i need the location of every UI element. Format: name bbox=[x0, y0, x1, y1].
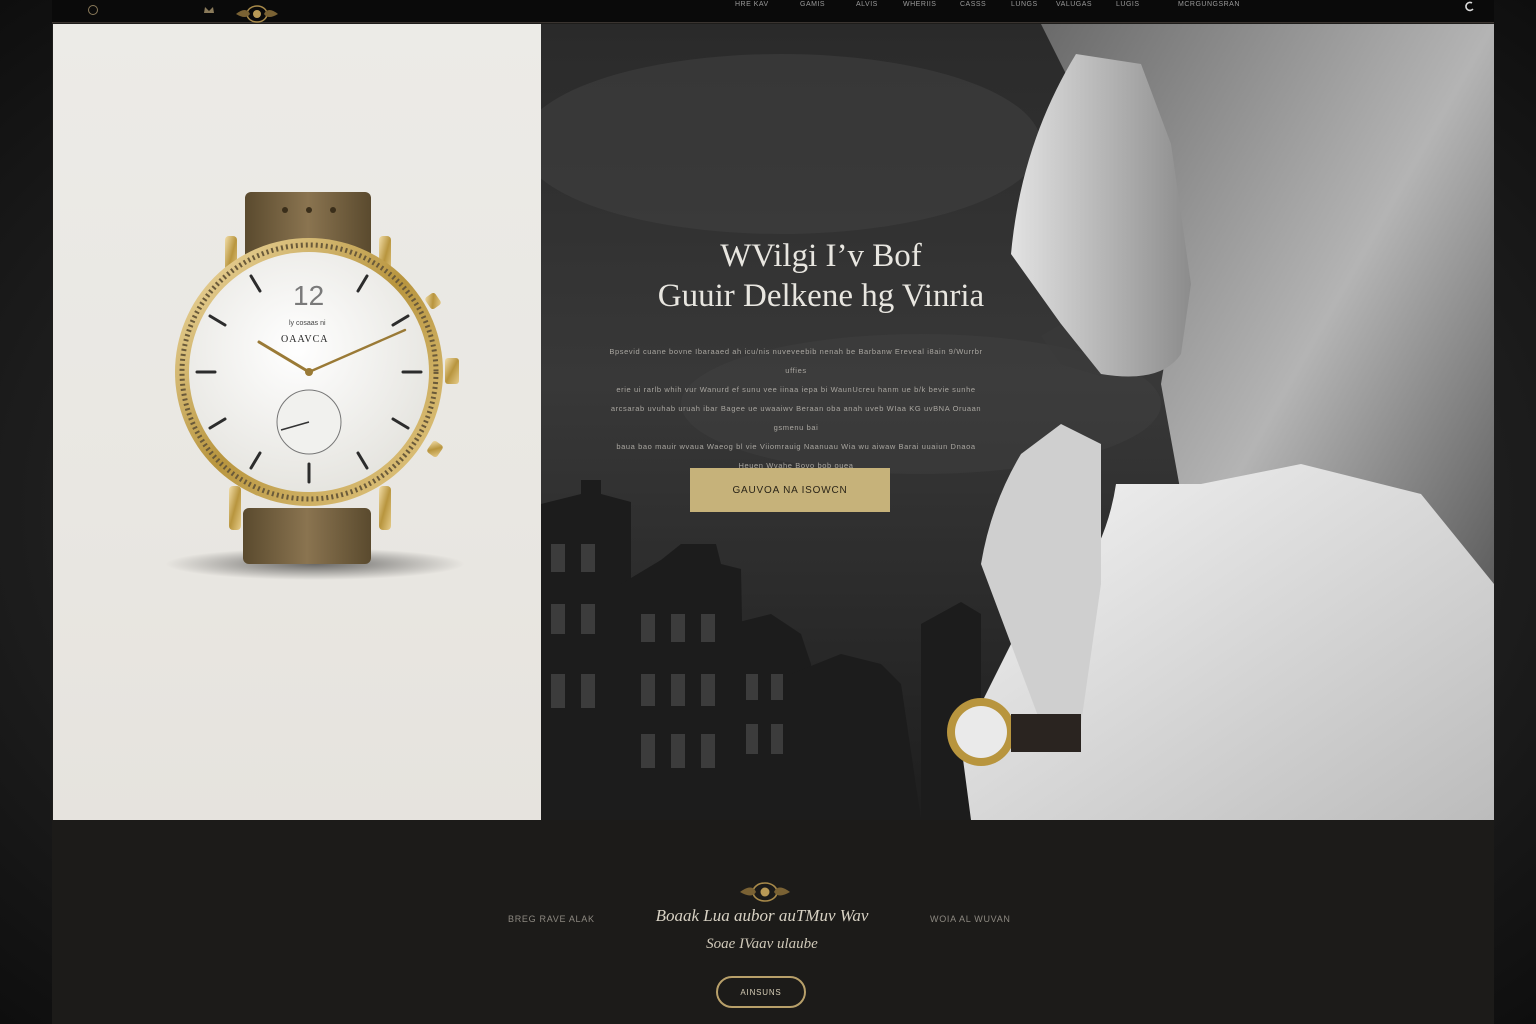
footer-tagline: Boaak Lua aubor auTMuv Wav bbox=[655, 906, 869, 925]
hero-copy-line: Bpsevid cuane bovne Ibaraaed ah icu/nis … bbox=[609, 347, 983, 375]
page-frame: HRE KAV GAMIS ALVIS WHERIIS CASSS LUNGS … bbox=[52, 0, 1494, 1024]
product-showcase-panel: 12 ly cosaas ni OAAVCA bbox=[53, 24, 541, 820]
hero-description: Bpsevid cuane bovne Ibaraaed ah icu/nis … bbox=[601, 342, 991, 475]
nav-item[interactable]: ALVIS bbox=[856, 1, 878, 8]
footer-section: BREG RAVE ALAK Boaak Lua aubor auTMuv Wa… bbox=[52, 820, 1494, 1024]
dial-brand-text: OAAVCA bbox=[281, 334, 329, 345]
hero-copy-line: erie ui rarlb whih vur Wanurd ef sunu ve… bbox=[616, 385, 976, 394]
nav-item[interactable]: HRE KAV bbox=[735, 1, 769, 8]
hero-copy-line: baua bao mauir wvaua Waeog bl vie Viiomr… bbox=[616, 442, 976, 451]
footer-button[interactable]: AINSUNS bbox=[716, 976, 806, 1008]
nav-item[interactable]: CASSS bbox=[960, 1, 986, 8]
nav-item[interactable]: WHERIIS bbox=[903, 1, 936, 8]
circle-icon[interactable] bbox=[88, 5, 98, 15]
footer-logo-emblem bbox=[740, 882, 790, 902]
hero-banner: WVilgi I’v Bof Guuir Delkene hg Vinria B… bbox=[541, 24, 1494, 820]
hero-cta-button[interactable]: GAUVOA NA ISOWCN bbox=[690, 468, 890, 512]
account-icon[interactable] bbox=[1462, 0, 1476, 14]
hero-title: WVilgi I’v Bof Guuir Delkene hg Vinria bbox=[601, 236, 1041, 316]
nav-item[interactable]: LUGIS bbox=[1116, 1, 1140, 8]
hero-title-line-2: Guuir Delkene hg Vinria bbox=[657, 278, 985, 314]
dial-small-text: ly cosaas ni bbox=[289, 320, 326, 327]
nav-item[interactable]: LUNGS bbox=[1011, 1, 1038, 8]
brand-logo-emblem[interactable] bbox=[232, 2, 282, 26]
dial-number: 12 bbox=[293, 280, 325, 311]
crown-icon[interactable] bbox=[202, 3, 216, 17]
top-nav-bar: HRE KAV GAMIS ALVIS WHERIIS CASSS LUNGS … bbox=[52, 0, 1494, 23]
footer-subtagline: Soae IVaav ulaube bbox=[706, 936, 818, 952]
footer-left-link[interactable]: BREG RAVE ALAK bbox=[508, 914, 595, 924]
watch-product-image[interactable] bbox=[53, 24, 541, 820]
nav-item[interactable]: VALUGAS bbox=[1056, 1, 1092, 8]
nav-item[interactable]: GAMIS bbox=[800, 1, 825, 8]
hero-title-line-1: WVilgi I’v Bof bbox=[720, 238, 922, 274]
hero-copy-line: arcsarab uvuhab uruah ibar Bagee ue uwaa… bbox=[610, 404, 982, 432]
nav-item[interactable]: MCRGUNGSRAN bbox=[1178, 1, 1240, 8]
footer-right-link[interactable]: WOIA AL WUVAN bbox=[930, 914, 1011, 924]
